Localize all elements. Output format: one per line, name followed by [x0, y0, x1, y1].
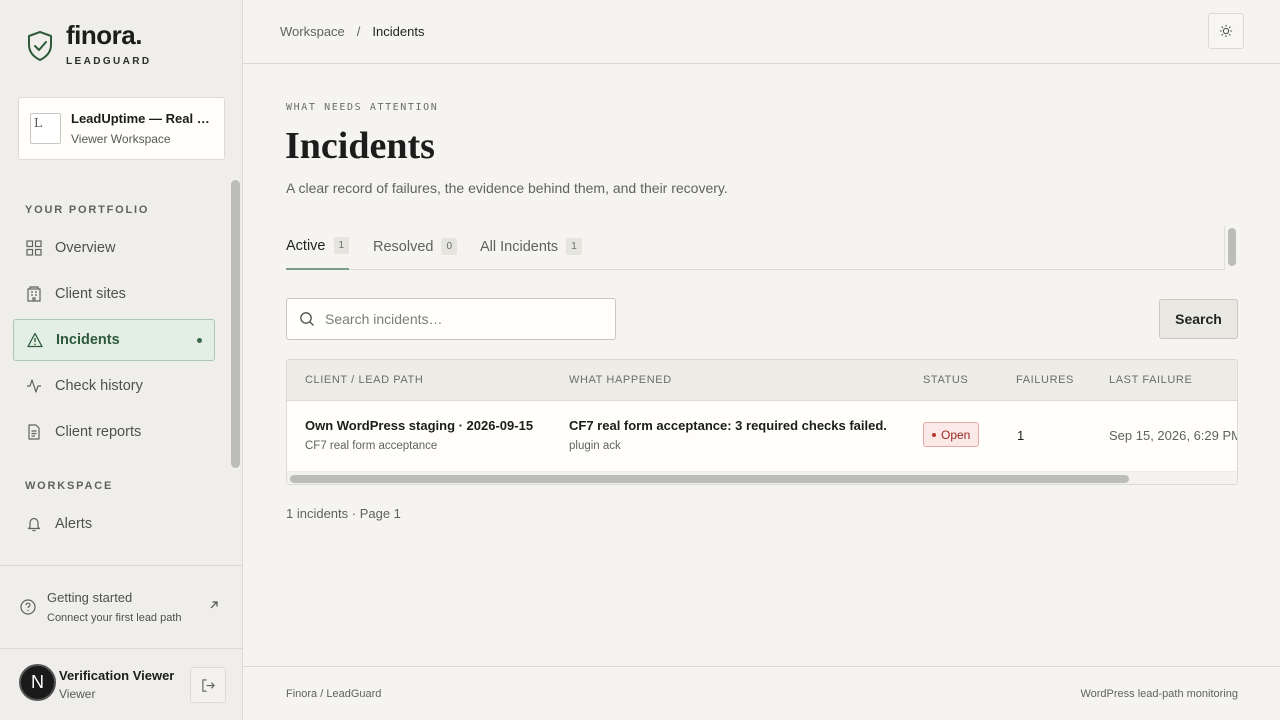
tab-active[interactable]: Active 1 — [286, 226, 350, 270]
incident-detail: plugin ack — [569, 440, 621, 452]
sidebar-item-client-reports[interactable]: Client reports — [13, 411, 215, 453]
getting-started-title: Getting started — [47, 590, 133, 605]
workspace-logo: L — [30, 113, 61, 144]
incident-client[interactable]: Own WordPress staging · 2026-09-15 — [305, 418, 533, 433]
status-dot — [932, 432, 936, 437]
user-name: Verification Viewer — [59, 668, 175, 683]
tab-count: 1 — [333, 237, 350, 254]
theme-toggle-button[interactable] — [1208, 13, 1244, 49]
sidebar-item-overview[interactable]: Overview — [13, 227, 215, 269]
incidents-table: CLIENT / LEAD PATH WHAT HAPPENED STATUS … — [286, 359, 1238, 485]
search-field[interactable] — [286, 298, 616, 340]
breadcrumb: Workspace / Incidents — [280, 24, 424, 39]
status-label: Open — [941, 427, 971, 442]
breadcrumb-separator: / — [356, 24, 361, 39]
search-icon — [300, 312, 314, 326]
getting-started-link[interactable]: Getting started Connect your first lead … — [0, 565, 242, 648]
tab-label: All Incidents — [480, 238, 559, 255]
logout-icon — [201, 678, 215, 692]
brand-subtitle: LEADGUARD — [66, 56, 152, 67]
sidebar-item-incidents[interactable]: Incidents — [13, 319, 215, 361]
sidebar-item-label: Check history — [55, 378, 143, 394]
scrollbar-thumb[interactable] — [1228, 228, 1236, 266]
pagination-summary: 1 incidents · Page 1 — [286, 506, 401, 521]
sun-icon — [1219, 24, 1233, 38]
sidebar-item-label: Incidents — [56, 332, 120, 348]
sidebar-item-label: Client sites — [55, 286, 126, 302]
footer-tagline: WordPress lead-path monitoring — [1080, 688, 1238, 700]
nav-section-portfolio: YOUR PORTFOLIO — [25, 204, 150, 216]
shield-check-icon — [28, 31, 52, 61]
column-header-client[interactable]: CLIENT / LEAD PATH — [305, 374, 423, 386]
brand-name: finora. — [66, 20, 142, 50]
breadcrumb-workspace[interactable]: Workspace — [280, 24, 345, 39]
column-header-failures[interactable]: FAILURES — [1016, 374, 1074, 386]
footer-brand: Finora / LeadGuard — [286, 688, 382, 700]
user-role: Viewer — [59, 687, 96, 701]
column-header-status[interactable]: STATUS — [923, 374, 968, 386]
bell-icon — [27, 517, 41, 532]
building-icon — [27, 286, 41, 302]
table-row[interactable]: Own WordPress staging · 2026-09-15 CF7 r… — [287, 401, 1238, 471]
tab-resolved[interactable]: Resolved 0 — [373, 226, 458, 270]
table-header: CLIENT / LEAD PATH WHAT HAPPENED STATUS … — [287, 360, 1237, 401]
sidebar-item-label: Alerts — [55, 516, 93, 532]
sidebar-item-label: Client reports — [55, 424, 142, 440]
incident-last-failure: Sep 15, 2026, 6:29 PM — [1109, 428, 1238, 443]
footer: Finora / LeadGuard WordPress lead-path m… — [243, 666, 1280, 720]
table-horizontal-scrollbar[interactable] — [287, 471, 1237, 484]
logout-button[interactable] — [190, 667, 226, 703]
warning-triangle-icon — [27, 332, 43, 348]
sidebar: finora. LEADGUARD L LeadUptime — Real Cu… — [0, 0, 243, 720]
search-input[interactable] — [325, 311, 595, 327]
top-bar: Workspace / Incidents — [243, 0, 1280, 64]
tab-label: Resolved — [373, 238, 434, 255]
scrollbar-thumb[interactable] — [290, 475, 1129, 483]
sidebar-item-alerts[interactable]: Alerts — [13, 503, 215, 545]
incident-failures: 1 — [1017, 428, 1025, 443]
tab-count: 1 — [566, 238, 582, 255]
incident-summary[interactable]: CF7 real form acceptance: 3 required che… — [569, 418, 887, 433]
tab-all-incidents[interactable]: All Incidents 1 — [480, 226, 582, 270]
page-eyebrow: WHAT NEEDS ATTENTION — [286, 102, 439, 113]
incident-tabs: Active 1 Resolved 0 All Incidents 1 — [286, 226, 1224, 270]
activity-icon — [27, 379, 41, 393]
grid-icon — [26, 240, 42, 256]
brand-logo[interactable]: finora. LEADGUARD — [26, 20, 152, 67]
sidebar-item-check-history[interactable]: Check history — [13, 365, 215, 407]
search-button[interactable]: Search — [1159, 299, 1238, 339]
breadcrumb-current: Incidents — [372, 24, 425, 39]
status-badge: Open — [923, 422, 980, 447]
user-profile: N Verification Viewer Viewer — [0, 648, 242, 720]
workspace-title: LeadUptime — Real Customer — [71, 111, 216, 126]
page-subtitle: A clear record of failures, the evidence… — [286, 180, 728, 196]
column-header-last-failure[interactable]: LAST FAILURE — [1109, 374, 1192, 386]
sidebar-item-label: Overview — [55, 240, 116, 256]
tab-count: 0 — [441, 238, 458, 255]
workspace-role: Viewer Workspace — [71, 132, 171, 146]
arrow-up-right-icon — [210, 601, 218, 609]
sidebar-scrollbar[interactable] — [231, 180, 240, 468]
workspace-switcher[interactable]: L LeadUptime — Real Customer Viewer Work… — [18, 97, 225, 160]
help-circle-icon — [20, 599, 36, 615]
page-title: Incidents — [285, 125, 435, 167]
column-header-what-happened[interactable]: WHAT HAPPENED — [569, 374, 672, 386]
getting-started-subtitle: Connect your first lead path — [47, 612, 182, 624]
nav-section-workspace: WORKSPACE — [25, 480, 114, 492]
sidebar-item-client-sites[interactable]: Client sites — [13, 273, 215, 315]
incident-lead-path: CF7 real form acceptance — [305, 440, 438, 452]
document-icon — [28, 424, 40, 440]
active-indicator-dot — [197, 337, 202, 343]
avatar[interactable]: N — [19, 664, 56, 701]
tabs-scrollbar[interactable] — [1224, 226, 1238, 270]
tab-label: Active — [286, 237, 326, 254]
